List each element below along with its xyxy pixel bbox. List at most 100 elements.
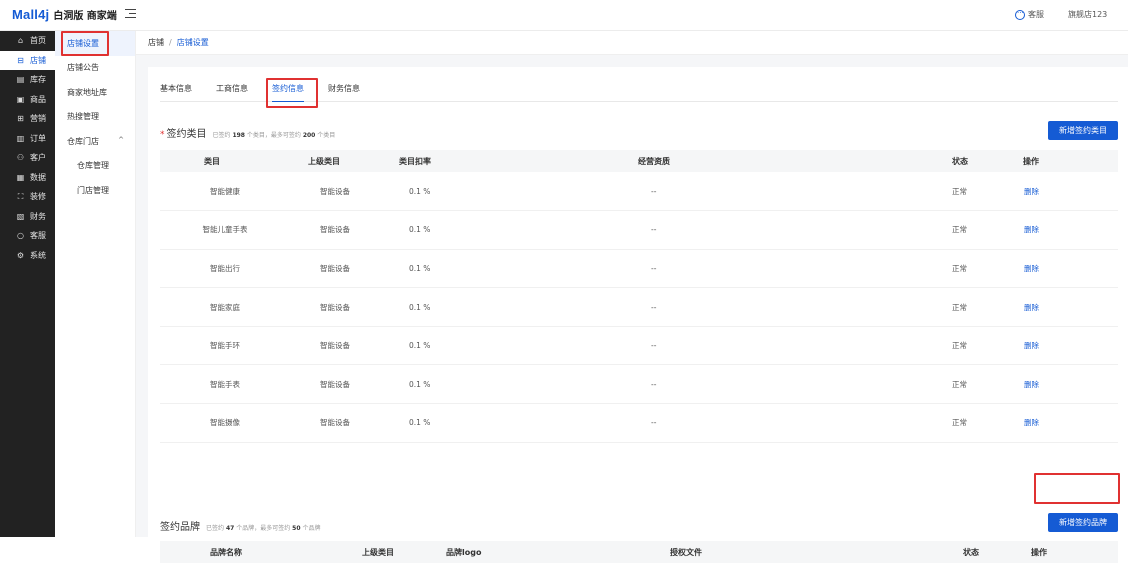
cell-rate: 0.1 % [386,326,498,366]
logo-brand: Mall4j [12,7,50,22]
logo[interactable]: Mall4j 白洞版 商家端 [12,7,117,23]
subnav-item[interactable]: 热搜管理 [55,105,135,130]
sidebar-item-data[interactable]: ▦ 数据 [0,168,55,188]
cell-status: 正常 [928,326,1011,366]
cell-action[interactable]: 删除 [1011,249,1118,289]
cell-action[interactable]: 删除 [1011,210,1118,250]
cell-action[interactable]: 删除 [1011,403,1118,443]
sidebar-item-finance[interactable]: ▧ 财务 [0,207,55,227]
cell-status: 正常 [928,249,1011,289]
sidebar-item-customer[interactable]: ⚇ 客户 [0,148,55,168]
column-header: 授权文件 [670,541,929,563]
subnav-item[interactable]: 商家地址库 [55,80,135,105]
cell-parent: 智能设备 [290,326,386,366]
cell-category: 智能儿童手表 [160,210,290,250]
subnav-item[interactable]: 仓库门店 ^ [55,129,135,154]
store-icon: ⊟ [17,55,24,65]
column-header: 操作 [1011,150,1118,172]
cell-category: 智能手表 [160,364,290,405]
decorate-icon: ⛶ [17,191,24,201]
sidebar-item-label: 库存 [30,75,46,85]
marketing-icon: ⊞ [17,114,24,124]
table-row: 智能家庭 智能设备 0.1 % -- 正常 删除 [160,287,1118,327]
chat-icon [1015,7,1025,20]
cell-rate: 0.1 % [386,403,498,443]
cell-action[interactable]: 删除 [1011,172,1118,212]
cell-status: 正常 [928,172,1011,212]
sidebar-item-label: 订单 [30,133,46,143]
cell-rate: 0.1 % [386,364,498,405]
sidebar-item-inventory[interactable]: ▤ 库存 [0,70,55,90]
service-icon: ○ [17,231,24,241]
category-count: 198 [232,132,245,139]
table-row: 智能手表 智能设备 0.1 % -- 正常 删除 [160,364,1118,405]
column-header: 上级类目 [290,150,386,172]
cell-status: 正常 [928,364,1011,405]
column-header: 经营资质 [498,150,928,172]
cell-parent: 智能设备 [290,403,386,443]
subnav-item-label: 仓库门店 [67,136,99,146]
add-category-button[interactable]: 新增签约类目 [1048,121,1118,140]
cell-qualification: -- [498,326,928,366]
sidebar-item-home[interactable]: ⌂ 首页 [0,31,55,51]
subnav-item[interactable]: 仓库管理 [55,154,135,179]
brand-max: 50 [292,525,301,532]
tab-finance-info[interactable]: 财务信息 [328,82,360,102]
inventory-icon: ▤ [16,75,25,85]
cell-category: 智能摄像 [160,403,290,443]
sidebar-item-marketing[interactable]: ⊞ 营销 [0,109,55,129]
sub-navigation: 店铺设置店铺公告商家地址库热搜管理 仓库门店 ^ 仓库管理 门店管理 [55,31,136,537]
column-header: 品牌名称 [200,541,350,563]
cell-parent: 智能设备 [290,287,386,327]
cell-action[interactable]: 删除 [1011,364,1118,405]
subnav-item-label: 店铺公告 [67,63,99,73]
breadcrumb-root[interactable]: 店铺 [148,37,164,48]
cell-qualification: -- [498,249,928,289]
sidebar-item-store[interactable]: ⊟ 店铺 [0,50,55,70]
cell-qualification: -- [498,364,928,405]
sidebar-item-goods[interactable]: ▣ 商品 [0,90,55,110]
subnav-item[interactable]: 店铺设置 [55,31,135,56]
cell-qualification: -- [498,403,928,443]
sidebar-item-settings[interactable]: ⚙ 系统 [0,246,55,266]
add-brand-button[interactable]: 新增签约品牌 [1048,513,1118,532]
category-section-header: * 签约类目 已签约 198 个类目，最多可签约 200 个类目 [160,125,335,140]
sidebar-item-label: 商品 [30,94,46,104]
sidebar-item-label: 店铺 [30,55,46,65]
sidebar-item-decorate[interactable]: ⛶ 装修 [0,187,55,207]
cell-parent: 智能设备 [290,172,386,212]
brand-count: 47 [225,525,235,532]
cell-action[interactable]: 删除 [1011,326,1118,366]
finance-icon: ▧ [16,211,25,221]
shop-name[interactable]: 旗舰店123 [1068,9,1128,20]
subnav-item[interactable]: 门店管理 [55,178,135,203]
subnav-item-label: 商家地址库 [67,87,107,97]
sidebar-item-service[interactable]: ○ 客服 [0,226,55,246]
required-mark: * [160,130,165,140]
cell-parent: 智能设备 [290,210,386,250]
cell-rate: 0.1 % [386,210,498,250]
cell-action[interactable]: 删除 [1011,287,1118,327]
table-row: 智能儿童手表 智能设备 0.1 % -- 正常 删除 [160,210,1118,250]
column-spacer [160,541,200,563]
order-icon: ▥ [16,133,25,143]
customer-service-label: 客服 [1028,10,1044,19]
menu-toggle-icon[interactable] [125,9,136,19]
tab-business-info[interactable]: 工商信息 [216,82,248,102]
tab-basic-info[interactable]: 基本信息 [160,82,192,102]
cell-status: 正常 [928,403,1011,443]
sidebar-item-order[interactable]: ▥ 订单 [0,129,55,149]
brand-table: 品牌名称 上级类目 品牌logo 授权文件 状态 操作 [160,541,1118,563]
goods-icon: ▣ [16,94,25,104]
sidebar-item-label: 客户 [30,153,46,163]
cell-status: 正常 [928,287,1011,327]
top-header: Mall4j 白洞版 商家端 客服 旗舰店123 [0,0,1128,31]
subnav-item[interactable]: 店铺公告 [55,56,135,81]
table-row: 智能出行 智能设备 0.1 % -- 正常 删除 [160,249,1118,289]
main-content: 店铺 / 店铺设置 基本信息 工商信息 签约信息 财务信息 * 签约类目 已签约… [136,31,1128,563]
tab-contract-info[interactable]: 签约信息 [272,82,304,102]
column-header: 类目扣率 [386,150,498,172]
table-row: 智能摄像 智能设备 0.1 % -- 正常 删除 [160,403,1118,443]
customer-service-link[interactable]: 客服 [1015,7,1044,20]
brand-section-title: 签约品牌 [160,522,200,533]
